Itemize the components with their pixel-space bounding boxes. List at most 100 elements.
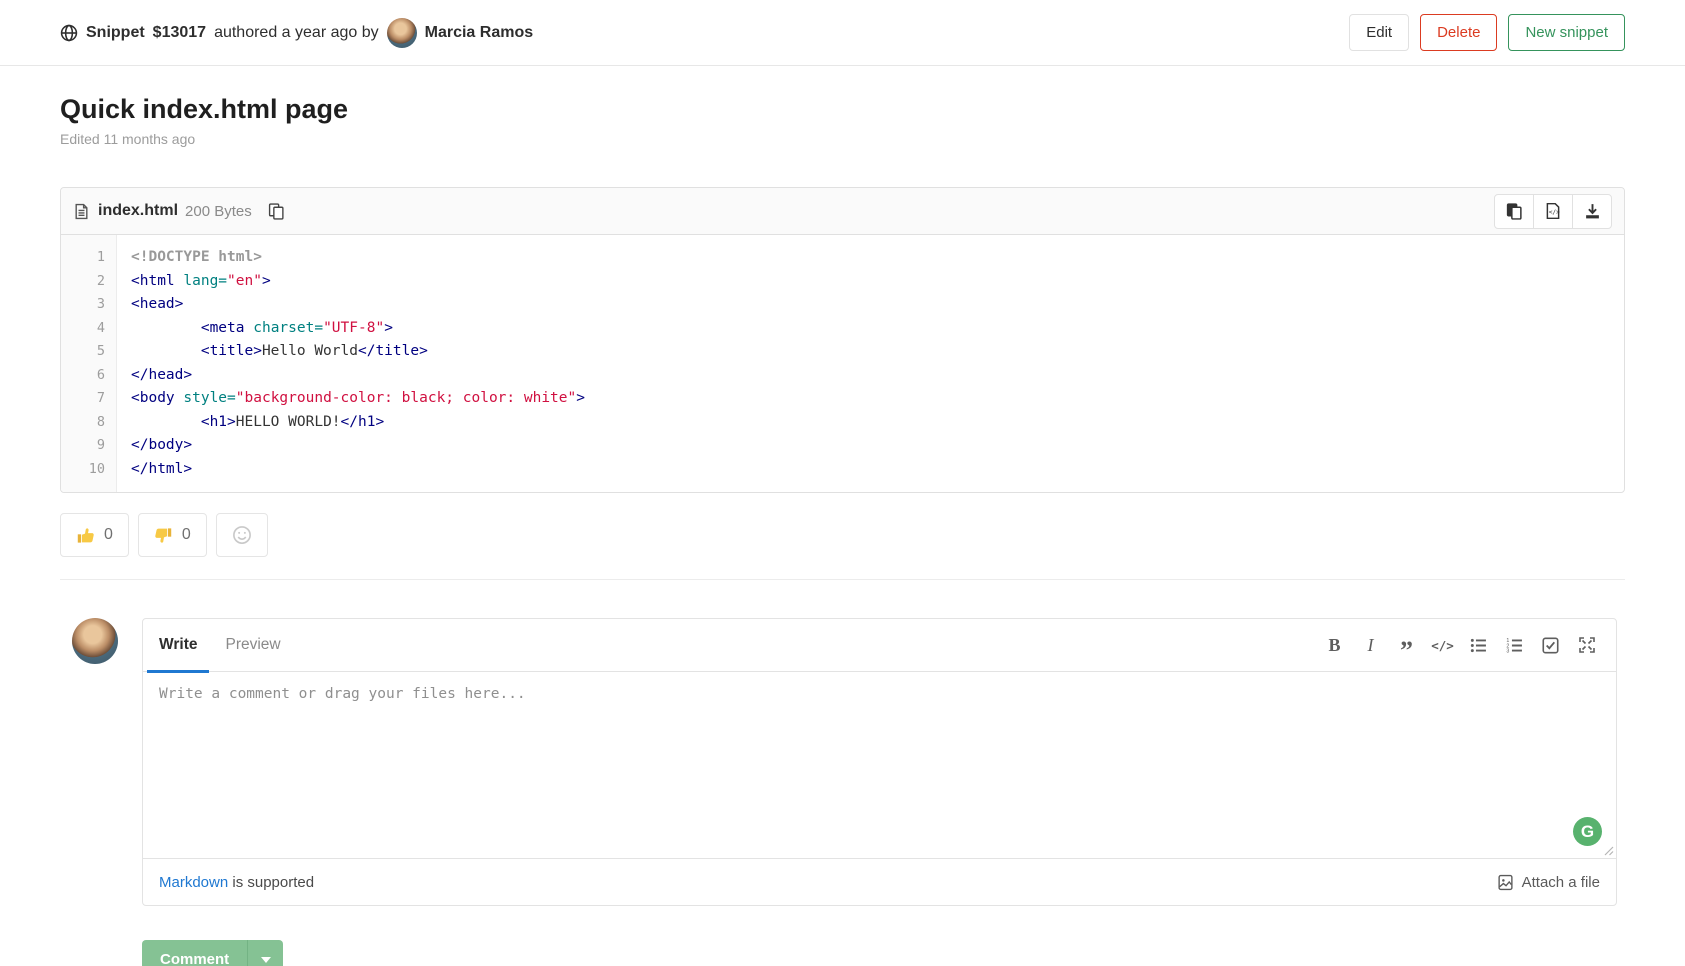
thumbs-down-icon (154, 526, 173, 545)
open-raw-button[interactable]: </> (1533, 194, 1573, 229)
attach-file-icon (1497, 874, 1514, 891)
code-line: 3<head> (61, 293, 1624, 317)
file-size: 200 Bytes (185, 203, 252, 220)
current-user-avatar (72, 618, 118, 664)
download-icon (1584, 203, 1601, 220)
code-line: 5 <title>Hello World</title> (61, 340, 1624, 364)
numbered-list-button[interactable]: 1 2 3 (1501, 632, 1528, 659)
tab-preview[interactable]: Preview (225, 619, 280, 672)
comment-dropdown-button[interactable] (248, 940, 283, 966)
author-name[interactable]: Marcia Ramos (425, 24, 534, 42)
file-icon (73, 203, 90, 220)
chevron-down-icon (261, 957, 271, 963)
code-text: <head> (117, 293, 183, 317)
section-divider (60, 579, 1625, 580)
copy-icon (268, 203, 285, 220)
attach-file-label: Attach a file (1522, 874, 1600, 891)
comment-textarea[interactable] (143, 672, 1616, 858)
code-line: 4 <meta charset="UTF-8"> (61, 317, 1624, 341)
comment-section: Write Preview B I ” </> 1 (60, 618, 1625, 906)
code-button[interactable]: </> (1429, 632, 1456, 659)
tab-write[interactable]: Write (159, 619, 197, 672)
quote-button[interactable]: ” (1393, 632, 1420, 659)
authored-text: authored a year ago by (214, 24, 379, 42)
topbar: Snippet $13017 authored a year ago by Ma… (0, 0, 1685, 66)
bold-button[interactable]: B (1321, 632, 1348, 659)
code-text: <html lang="en"> (117, 270, 271, 294)
snippet-id: $13017 (153, 24, 206, 42)
code-line: 10</html> (61, 458, 1624, 482)
code-text: </head> (117, 364, 192, 388)
attach-file-button[interactable]: Attach a file (1497, 874, 1600, 891)
download-button[interactable] (1572, 194, 1612, 229)
add-reaction-button[interactable] (216, 513, 268, 557)
thumbs-up-icon (76, 526, 95, 545)
file-name: index.html (98, 202, 178, 220)
file-header: index.html 200 Bytes </> (61, 188, 1624, 235)
bullet-list-button[interactable] (1465, 632, 1492, 659)
file-actions-group: </> (1494, 194, 1612, 229)
code-text: <h1>HELLO WORLD!</h1> (117, 411, 384, 435)
thumbs-down-count: 0 (182, 526, 191, 544)
comment-editor: G (143, 672, 1616, 858)
comment-footer: Markdown is supported Attach a file (143, 858, 1616, 905)
open-raw-icon: </> (1544, 202, 1562, 220)
smiley-icon (232, 525, 252, 545)
task-list-icon (1542, 637, 1559, 654)
copy-path-button[interactable] (268, 203, 285, 220)
line-number[interactable]: 5 (61, 340, 117, 364)
line-number[interactable]: 9 (61, 434, 117, 458)
code-block: 1<!DOCTYPE html>2<html lang="en">3<head>… (61, 235, 1624, 492)
code-text: <title>Hello World</title> (117, 340, 428, 364)
code-text: </body> (117, 434, 192, 458)
line-number[interactable]: 8 (61, 411, 117, 435)
topbar-actions: Edit Delete New snippet (1349, 14, 1625, 51)
line-number[interactable]: 6 (61, 364, 117, 388)
copy-file-contents-icon (1506, 203, 1523, 220)
italic-icon: I (1368, 635, 1374, 656)
resize-handle[interactable] (1602, 844, 1614, 856)
comment-form: Write Preview B I ” </> 1 (142, 618, 1617, 906)
submit-row: Comment (60, 940, 1625, 966)
comment-submit-button[interactable]: Comment (142, 940, 248, 966)
line-number[interactable]: 3 (61, 293, 117, 317)
page-title: Quick index.html page (60, 94, 1625, 125)
code-line: 2<html lang="en"> (61, 270, 1624, 294)
new-snippet-button[interactable]: New snippet (1508, 14, 1625, 51)
edited-timestamp: Edited 11 months ago (60, 131, 1625, 147)
copy-contents-button[interactable] (1494, 194, 1534, 229)
md-toolbar: B I ” </> 1 2 3 (1321, 632, 1600, 659)
code-text: </html> (117, 458, 192, 482)
author-avatar[interactable] (387, 18, 417, 48)
code-icon: </> (1431, 638, 1454, 653)
line-number[interactable]: 7 (61, 387, 117, 411)
line-number[interactable]: 10 (61, 458, 117, 482)
fullscreen-button[interactable] (1573, 632, 1600, 659)
snippet-meta: Snippet $13017 authored a year ago by Ma… (60, 18, 533, 48)
snippet-label: Snippet (86, 24, 145, 42)
line-number[interactable]: 4 (61, 317, 117, 341)
task-list-button[interactable] (1537, 632, 1564, 659)
thumbs-down-button[interactable]: 0 (138, 513, 207, 557)
award-emoji-row: 0 0 (60, 513, 1625, 557)
globe-icon (60, 24, 78, 42)
numbered-list-icon: 1 2 3 (1506, 637, 1523, 654)
markdown-link[interactable]: Markdown (159, 874, 228, 891)
bullet-list-icon (1470, 637, 1487, 654)
thumbs-up-count: 0 (104, 526, 113, 544)
grammarly-icon[interactable]: G (1573, 817, 1602, 846)
quote-icon: ” (1400, 646, 1413, 656)
file-card: index.html 200 Bytes </> (60, 187, 1625, 493)
italic-button[interactable]: I (1357, 632, 1384, 659)
code-line: 6</head> (61, 364, 1624, 388)
fullscreen-icon (1579, 637, 1595, 653)
delete-button[interactable]: Delete (1420, 14, 1497, 51)
code-text: <!DOCTYPE html> (117, 246, 262, 270)
line-number[interactable]: 1 (61, 246, 117, 270)
edit-button[interactable]: Edit (1349, 14, 1409, 51)
code-line: 8 <h1>HELLO WORLD!</h1> (61, 411, 1624, 435)
comment-split-button: Comment (142, 940, 283, 966)
thumbs-up-button[interactable]: 0 (60, 513, 129, 557)
code-text: <body style="background-color: black; co… (117, 387, 585, 411)
line-number[interactable]: 2 (61, 270, 117, 294)
